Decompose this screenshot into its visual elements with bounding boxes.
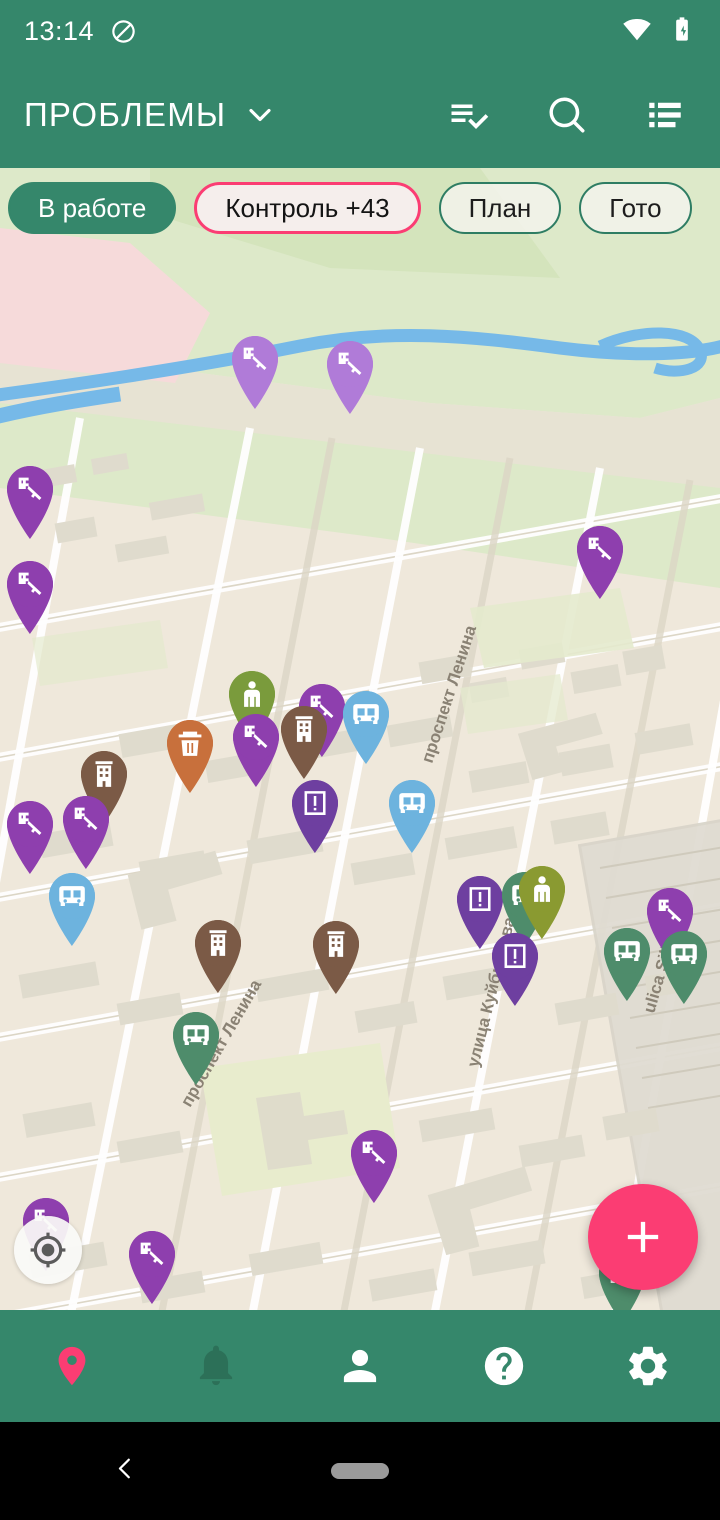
playground-icon <box>63 796 109 869</box>
battery-charging-icon <box>668 15 696 48</box>
filter-chip-bar[interactable]: В работе Контроль +43 План Гото <box>0 182 720 234</box>
nav-notifications[interactable] <box>144 1310 288 1422</box>
my-location-icon <box>30 1232 66 1268</box>
bell-icon <box>199 1345 233 1386</box>
filter-chip-0[interactable]: В работе <box>8 182 177 234</box>
person-icon <box>343 1349 377 1383</box>
add-problem-fab[interactable] <box>588 1184 698 1290</box>
nav-map[interactable] <box>0 1310 144 1422</box>
view-list-icon[interactable] <box>642 92 688 138</box>
alert-icon <box>492 933 538 1006</box>
wifi-icon <box>622 14 652 49</box>
filter-chip-1[interactable]: Контроль +43 <box>194 182 421 234</box>
search-icon[interactable] <box>544 92 590 138</box>
bus-icon <box>389 780 435 853</box>
page-title: ПРОБЛЕМЫ <box>24 96 227 133</box>
trash-icon <box>167 720 213 793</box>
map-pin-icon <box>58 1346 86 1386</box>
plus-icon <box>627 1221 659 1253</box>
bus-icon <box>604 928 650 1001</box>
building-icon <box>195 920 241 993</box>
playground-icon <box>351 1130 397 1203</box>
nav-profile[interactable] <box>288 1310 432 1422</box>
building-icon <box>313 921 359 994</box>
bottom-navigation[interactable] <box>0 1310 720 1422</box>
playground-icon <box>327 341 373 414</box>
status-time: 13:14 <box>24 15 95 46</box>
do-not-disturb-icon <box>110 18 137 45</box>
gear-icon <box>629 1346 667 1386</box>
playground-icon <box>232 336 278 409</box>
my-location-button[interactable] <box>14 1216 82 1284</box>
filter-chip-3[interactable]: Гото <box>579 182 692 234</box>
bus-icon <box>343 691 389 764</box>
playground-icon <box>577 526 623 599</box>
help-icon <box>484 1346 524 1386</box>
alert-icon <box>292 780 338 853</box>
status-bar: 13:14 <box>0 0 720 62</box>
chevron-down-icon[interactable] <box>242 97 278 133</box>
system-navigation-bar <box>0 1422 720 1520</box>
nav-help[interactable] <box>432 1310 576 1422</box>
bus-icon <box>661 931 707 1004</box>
phone-screen: проспект Ленина проспект Ленина улица Ку… <box>0 0 720 1520</box>
filter-chip-2[interactable]: План <box>438 182 562 234</box>
back-chevron-icon[interactable] <box>110 1454 140 1489</box>
playground-icon <box>7 466 53 539</box>
playground-icon <box>7 561 53 634</box>
bus-icon <box>49 873 95 946</box>
building-icon <box>281 706 327 779</box>
nav-settings[interactable] <box>576 1310 720 1422</box>
home-pill[interactable] <box>331 1463 389 1479</box>
map-canvas[interactable]: проспект Ленина проспект Ленина улица Ку… <box>0 168 720 1310</box>
playground-icon <box>129 1231 175 1304</box>
playground-icon <box>7 801 53 874</box>
app-bar: ПРОБЛЕМЫ <box>0 62 720 168</box>
bus-icon <box>173 1012 219 1085</box>
playlist-check-icon[interactable] <box>446 92 492 138</box>
street-label: проспект Ленина <box>418 622 481 765</box>
